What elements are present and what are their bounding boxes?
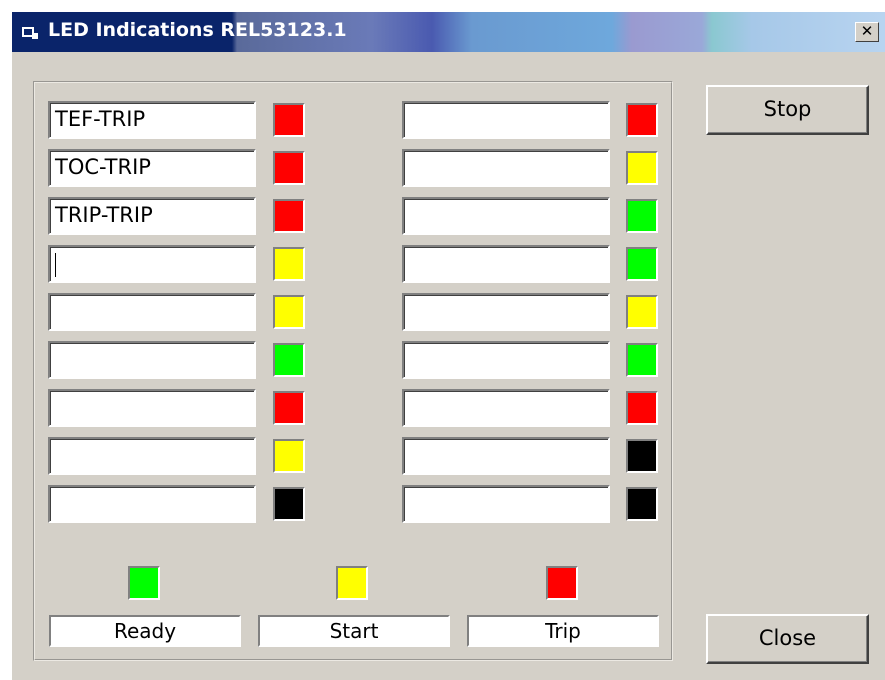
led-indications-window: LED Indications REL53123.1 ✕ TEF-TRIP TOC… bbox=[12, 12, 885, 680]
right-label-field-3[interactable] bbox=[402, 197, 610, 235]
start-status-label: Start bbox=[258, 615, 450, 647]
left-label-field-1[interactable]: TEF-TRIP bbox=[48, 101, 256, 139]
left-led-4 bbox=[273, 247, 305, 281]
right-led-6 bbox=[626, 343, 658, 377]
left-label-field-2[interactable]: TOC-TRIP bbox=[48, 149, 256, 187]
left-led-1 bbox=[273, 103, 305, 137]
right-label-field-2[interactable] bbox=[402, 149, 610, 187]
right-led-8 bbox=[626, 439, 658, 473]
right-led-3 bbox=[626, 199, 658, 233]
left-led-8 bbox=[273, 439, 305, 473]
left-led-9 bbox=[273, 487, 305, 521]
left-label-field-9[interactable] bbox=[48, 485, 256, 523]
right-label-field-4[interactable] bbox=[402, 245, 610, 283]
right-label-field-1[interactable] bbox=[402, 101, 610, 139]
right-led-2 bbox=[626, 151, 658, 185]
left-label-field-6[interactable] bbox=[48, 341, 256, 379]
ready-status-label: Ready bbox=[49, 615, 241, 647]
title-bar[interactable]: LED Indications REL53123.1 ✕ bbox=[12, 12, 885, 52]
start-status-led bbox=[336, 566, 368, 600]
right-led-4 bbox=[626, 247, 658, 281]
right-label-field-5[interactable] bbox=[402, 293, 610, 331]
right-label-field-7[interactable] bbox=[402, 389, 610, 427]
right-led-7 bbox=[626, 391, 658, 425]
left-led-2 bbox=[273, 151, 305, 185]
close-button[interactable]: Close bbox=[706, 614, 869, 664]
text-caret bbox=[55, 253, 56, 277]
trip-status-label: Trip bbox=[467, 615, 659, 647]
close-icon: ✕ bbox=[860, 22, 874, 40]
right-led-9 bbox=[626, 487, 658, 521]
left-led-5 bbox=[273, 295, 305, 329]
window-title: LED Indications REL53123.1 bbox=[48, 19, 347, 41]
stop-button[interactable]: Stop bbox=[706, 85, 869, 135]
window-close-button[interactable]: ✕ bbox=[855, 22, 879, 42]
right-led-5 bbox=[626, 295, 658, 329]
right-led-1 bbox=[626, 103, 658, 137]
left-led-3 bbox=[273, 199, 305, 233]
trip-status-led bbox=[546, 566, 578, 600]
right-label-field-6[interactable] bbox=[402, 341, 610, 379]
app-icon bbox=[22, 27, 38, 39]
left-label-field-5[interactable] bbox=[48, 293, 256, 331]
ready-status-led bbox=[128, 566, 160, 600]
left-led-7 bbox=[273, 391, 305, 425]
right-label-field-9[interactable] bbox=[402, 485, 610, 523]
left-led-6 bbox=[273, 343, 305, 377]
left-label-field-8[interactable] bbox=[48, 437, 256, 475]
left-label-field-4[interactable] bbox=[48, 245, 256, 283]
left-label-field-3[interactable]: TRIP-TRIP bbox=[48, 197, 256, 235]
right-label-field-8[interactable] bbox=[402, 437, 610, 475]
left-label-field-7[interactable] bbox=[48, 389, 256, 427]
